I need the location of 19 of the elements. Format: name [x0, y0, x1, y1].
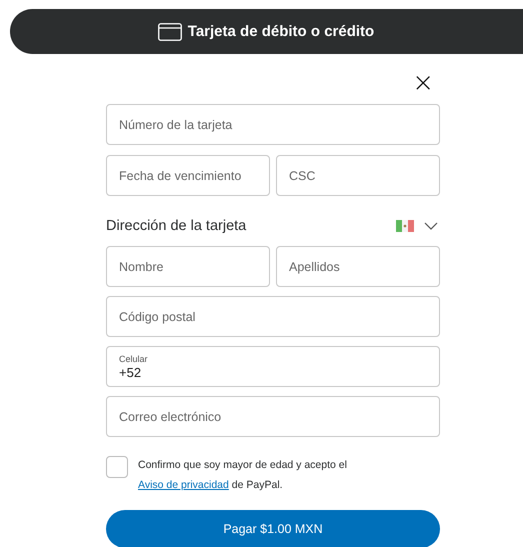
consent-text: Confirmo que soy mayor de edad y acepto el Aviso de privacidad de PayPal.: [138, 458, 348, 493]
checkbox[interactable]: [106, 456, 128, 478]
input-field[interactable]: Código postal: [106, 296, 440, 337]
section-heading: Dirección de la tarjeta: [106, 218, 246, 234]
country-dropdown[interactable]: [394, 220, 440, 232]
input-field[interactable]: CSC: [276, 155, 440, 196]
input-field[interactable]: Fecha de vencimiento: [106, 155, 270, 196]
privacy-link[interactable]: Aviso de privacidad: [138, 479, 229, 491]
input-field[interactable]: Apellidos: [276, 246, 440, 287]
header-title: Tarjeta de débito o crédito: [188, 23, 374, 40]
phone-field[interactable]: Celular +52: [106, 346, 440, 387]
pay-button[interactable]: Pagar $1.00 MXN: [106, 510, 440, 547]
close-button[interactable]: ×: [406, 72, 440, 94]
chevron-down-icon: [424, 222, 438, 230]
card-icon: [158, 22, 182, 40]
input-field[interactable]: Correo electrónico: [106, 396, 440, 437]
input-field[interactable]: Nombre: [106, 246, 270, 287]
input-field[interactable]: Número de la tarjeta: [106, 104, 440, 145]
flag-icon: [396, 220, 414, 232]
